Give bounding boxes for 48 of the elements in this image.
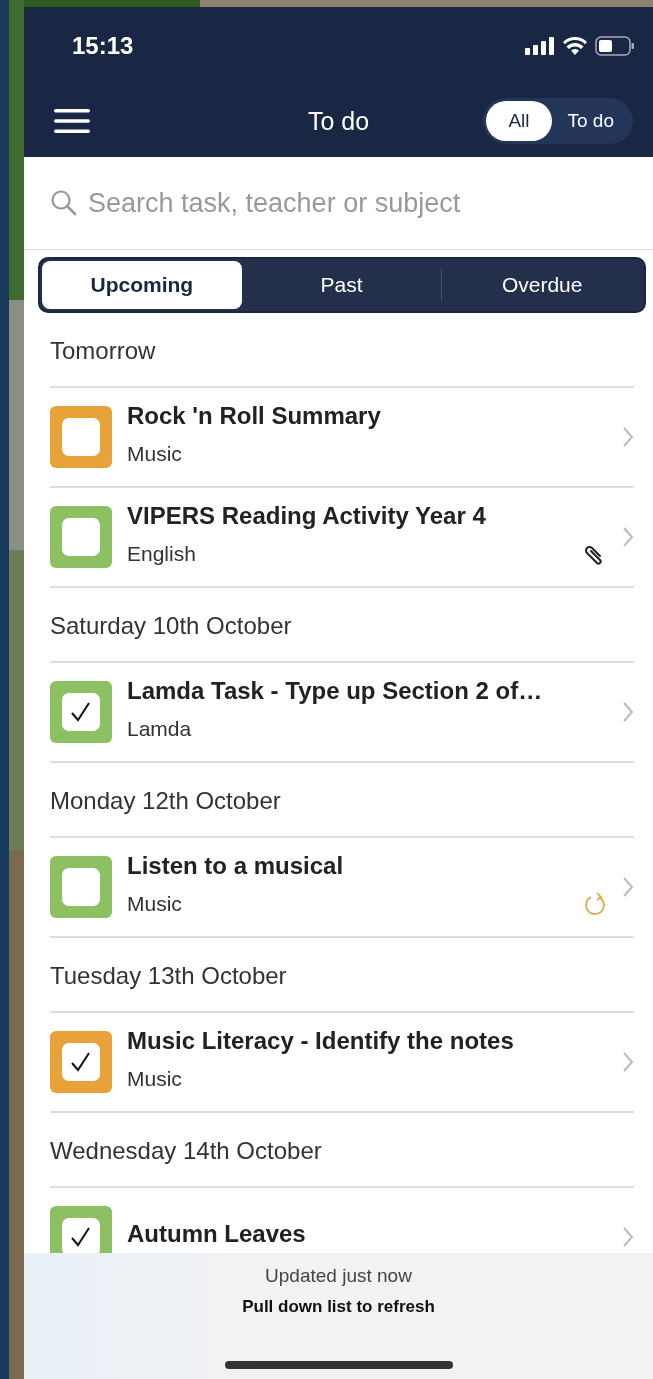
search-field[interactable]: Search task, teacher or subject: [86, 186, 627, 220]
task-subject: English: [127, 542, 196, 566]
refresh-hint: Pull down list to refresh: [242, 1297, 435, 1317]
filter-option[interactable]: To do: [551, 101, 630, 141]
task-checkbox[interactable]: [50, 506, 112, 568]
chevron-right-icon: [622, 876, 634, 898]
task-row[interactable]: Rock 'n Roll Summary Music: [50, 388, 634, 488]
tab[interactable]: Upcoming: [42, 261, 242, 309]
chevron-right-icon: [622, 701, 634, 723]
task-row[interactable]: Lamda Task - Type up Section 2 of… Lamda: [50, 663, 634, 763]
search-icon: [50, 189, 78, 217]
task-row[interactable]: Listen to a musical Music: [50, 838, 634, 938]
chevron-right-icon: [622, 526, 634, 548]
task-subject: Lamda: [127, 717, 192, 741]
task-subject: Music: [127, 1067, 182, 1091]
task-row[interactable]: Music Literacy - Identify the notes Music: [50, 1013, 634, 1113]
wifi-icon: [563, 37, 587, 55]
task-title: Autumn Leaves: [127, 1220, 306, 1248]
chevron-right-icon: [622, 1051, 634, 1073]
date-heading: Wednesday 14th October: [50, 1113, 634, 1188]
tab[interactable]: Past: [241, 261, 442, 309]
status-time: 15:13: [72, 32, 134, 60]
date-heading: Saturday 10th October: [50, 588, 634, 663]
task-checkbox[interactable]: [50, 1031, 112, 1093]
task-checkbox[interactable]: [50, 1206, 112, 1253]
task-subject: Music: [127, 442, 182, 466]
filter-option[interactable]: All: [486, 101, 552, 141]
battery-icon: [595, 36, 635, 56]
task-title: Listen to a musical: [127, 852, 344, 880]
task-title: Rock 'n Roll Summary: [127, 402, 381, 430]
update-status: Updated just now: [265, 1265, 412, 1287]
task-title: VIPERS Reading Activity Year 4: [127, 502, 486, 530]
tab[interactable]: Overdue: [442, 261, 642, 309]
task-title: Music Literacy - Identify the notes: [127, 1027, 514, 1055]
screen-title: To do: [307, 106, 370, 136]
chevron-right-icon: [622, 1226, 634, 1248]
date-heading: Tomorrow: [50, 313, 634, 388]
task-title: Lamda Task - Type up Section 2 of…: [127, 677, 543, 705]
task-checkbox[interactable]: [50, 406, 112, 468]
menu-icon[interactable]: [54, 108, 90, 134]
date-heading: Monday 12th October: [50, 763, 634, 838]
task-checkbox[interactable]: [50, 681, 112, 743]
task-checkbox[interactable]: [50, 856, 112, 918]
chevron-right-icon: [622, 426, 634, 448]
signal-icon: [525, 37, 555, 55]
task-row[interactable]: VIPERS Reading Activity Year 4 English: [50, 488, 634, 588]
date-heading: Tuesday 13th October: [50, 938, 634, 1013]
task-subject: Music: [127, 892, 182, 916]
